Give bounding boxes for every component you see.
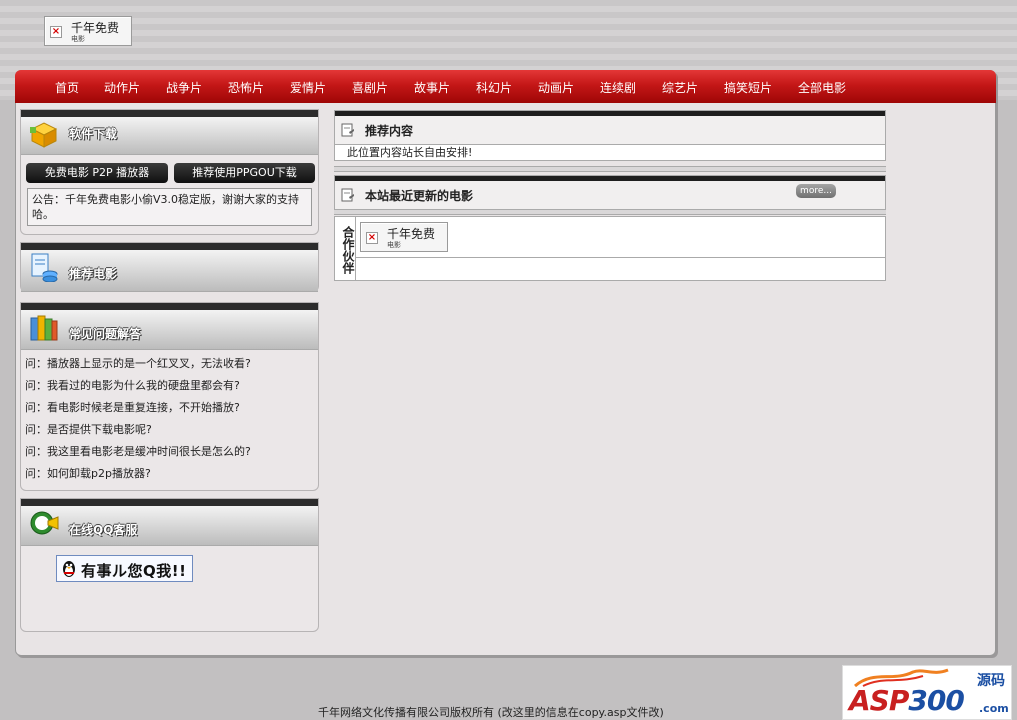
faq-item[interactable]: 问：如何卸载p2p播放器?	[25, 465, 151, 481]
recommended-content-header: 推荐内容	[334, 110, 886, 145]
panel-title: 推荐电影	[69, 267, 118, 281]
nav-item-funny-shorts[interactable]: 搞笑短片	[724, 79, 772, 96]
qq-contact-button[interactable]: 有事ル您Q我!!	[56, 555, 193, 582]
watermark-cn: 源码	[977, 673, 1005, 689]
watermark-domain: .com	[979, 702, 1009, 715]
announcement-text: 公告：千年免费电影小偷V3.0稳定版，谢谢大家的支持哈。	[27, 188, 312, 226]
main-nav: 首页 动作片 战争片 恐怖片 爱情片 喜剧片 故事片 科幻片 动画片 连续剧 综…	[15, 70, 996, 103]
partners-divider	[356, 257, 885, 258]
nav-item-action[interactable]: 动作片	[104, 79, 140, 96]
qq-service-panel: 在线QQ客服 有事ル您Q我!!	[20, 498, 319, 632]
nav-item-comedy[interactable]: 喜剧片	[352, 79, 388, 96]
partner-logo-broken-image[interactable]: × 千年免费 电影	[360, 222, 448, 252]
partner-logo-text: 千年免费	[387, 227, 436, 241]
section-title: 推荐内容	[365, 124, 414, 138]
nav-item-home[interactable]: 首页	[55, 79, 79, 96]
site-logo-text: 千年免费	[71, 21, 120, 35]
panel-title: 软件下载	[69, 127, 118, 141]
partner-logo-subtext: 电影	[387, 241, 401, 249]
latest-movies-header: 本站最近更新的电影 more...	[334, 175, 886, 210]
asp300-watermark-logo: ASP300 源码 .com	[842, 665, 1012, 720]
package-icon	[30, 122, 58, 148]
site-logo-subtext: 电影	[71, 35, 85, 43]
nav-item-war[interactable]: 战争片	[166, 79, 202, 96]
recommended-movies-panel: 推荐电影	[20, 242, 319, 292]
faq-panel: 常见问题解答 问：播放器上显示的是一个红叉叉，无法收看? 问：我看过的电影为什么…	[20, 302, 319, 491]
document-edit-icon	[341, 123, 354, 137]
panel-title: 常见问题解答	[69, 327, 142, 341]
p2p-player-download-button[interactable]: 免费电影 P2P 播放器	[26, 163, 168, 183]
document-edit-icon	[341, 188, 354, 202]
nav-item-drama[interactable]: 故事片	[414, 79, 450, 96]
qq-chat-icon	[30, 511, 59, 535]
broken-image-icon: ×	[366, 232, 378, 244]
site-logo-broken-image[interactable]: × 千年免费 电影	[44, 16, 132, 46]
qq-contact-label: 有事ル您Q我!!	[81, 562, 187, 580]
faq-item[interactable]: 问：我这里看电影老是缓冲时间很长是怎么的?	[25, 443, 251, 459]
panel-header: 软件下载	[21, 110, 318, 155]
nav-item-variety[interactable]: 综艺片	[662, 79, 698, 96]
partners-label: 合作伙伴	[335, 217, 356, 280]
section-separator	[334, 166, 886, 172]
section-title: 本站最近更新的电影	[365, 189, 474, 203]
books-icon	[30, 315, 58, 341]
section-separator	[334, 209, 886, 215]
software-download-panel: 软件下载 免费电影 P2P 播放器 推荐使用PPGOU下载 公告：千年免费电影小…	[20, 109, 319, 235]
nav-item-scifi[interactable]: 科幻片	[476, 79, 512, 96]
faq-item[interactable]: 问：看电影时候老是重复连接，不开始播放?	[25, 399, 240, 415]
faq-item[interactable]: 问：播放器上显示的是一个红叉叉，无法收看?	[25, 355, 251, 371]
panel-header: 常见问题解答	[21, 303, 318, 350]
nav-item-romance[interactable]: 爱情片	[290, 79, 326, 96]
nav-item-series[interactable]: 连续剧	[600, 79, 636, 96]
footer-copyright: 千年网络文化传播有限公司版权所有 (改这里的信息在copy.asp文件改)	[318, 706, 664, 719]
more-button[interactable]: more...	[796, 184, 836, 198]
faq-item[interactable]: 问：是否提供下载电影呢?	[25, 421, 152, 437]
recommended-content-body: 此位置内容站长自由安排!	[334, 144, 886, 161]
watermark-brand: ASP300	[849, 684, 965, 717]
partners-box: 合作伙伴 × 千年免费 电影	[334, 216, 886, 281]
nav-item-all-movies[interactable]: 全部电影	[798, 79, 846, 96]
qq-penguin-icon	[63, 561, 75, 577]
nav-item-horror[interactable]: 恐怖片	[228, 79, 264, 96]
nav-item-animation[interactable]: 动画片	[538, 79, 574, 96]
panel-header: 推荐电影	[21, 243, 318, 292]
document-database-icon	[31, 253, 58, 282]
faq-item[interactable]: 问：我看过的电影为什么我的硬盘里都会有?	[25, 377, 240, 393]
ppgou-download-button[interactable]: 推荐使用PPGOU下载	[174, 163, 315, 183]
panel-title: 在线QQ客服	[69, 523, 138, 537]
broken-image-icon: ×	[50, 26, 62, 38]
panel-header: 在线QQ客服	[21, 499, 318, 546]
